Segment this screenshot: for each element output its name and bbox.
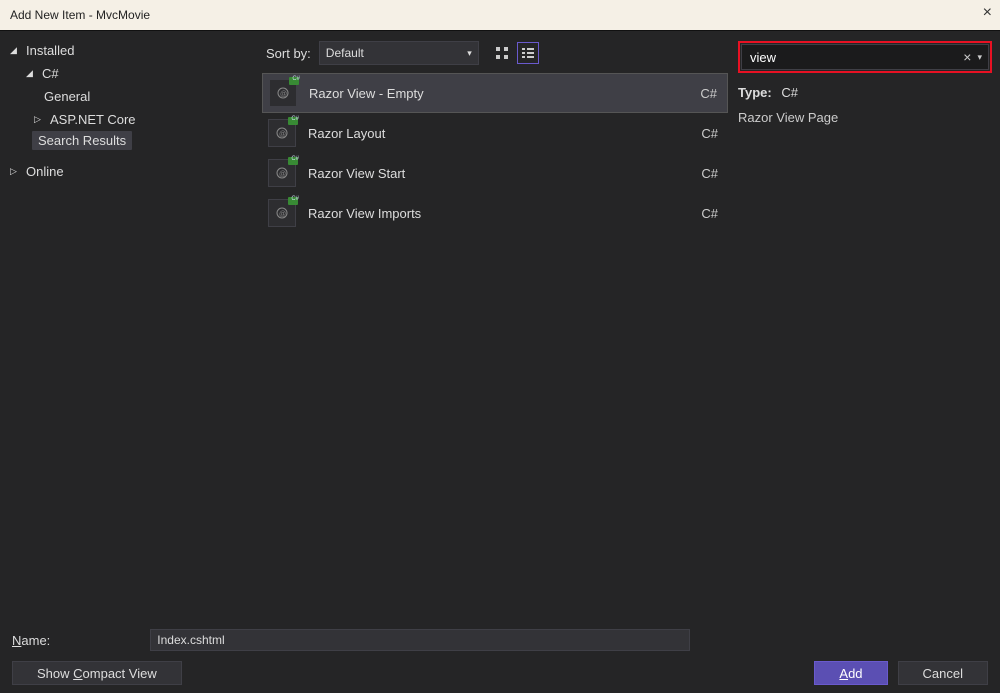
grid-icon [495,46,509,60]
tree-online[interactable]: ▷ Online [4,160,256,183]
sort-dropdown[interactable]: Default ▾ [319,41,479,65]
name-label: Name: [12,633,50,648]
svg-text:@: @ [279,211,286,218]
list-icon [521,46,535,60]
razor-file-icon: @ [268,119,296,147]
view-toggle [491,42,539,64]
chevron-down-icon[interactable]: ▾ [975,52,984,63]
search-input[interactable] [750,50,959,65]
name-input[interactable] [150,629,690,651]
chevron-down-icon: ▾ [467,48,472,59]
center-panel: Sort by: Default ▾ @ Razor View - Empty … [260,31,730,623]
template-name: Razor View Imports [308,206,689,221]
details-panel: × ▾ Type: C# Razor View Page [730,31,1000,623]
grid-view-button[interactable] [491,42,513,64]
template-list: @ Razor View - Empty C# @ Razor Layout C… [260,73,730,623]
template-razor-view-empty[interactable]: @ Razor View - Empty C# [262,73,728,113]
svg-text:@: @ [279,171,286,178]
type-label: Type: [738,85,772,100]
sort-bar: Sort by: Default ▾ [260,31,730,73]
close-icon[interactable]: × [983,4,992,22]
sort-value: Default [326,46,364,60]
chevron-down-icon: ◢ [26,68,36,79]
cancel-button[interactable]: Cancel [898,661,988,685]
svg-text:@: @ [279,131,286,138]
add-button[interactable]: Add [814,661,887,685]
body: ◢ Installed ◢ C# General ▷ ASP.NET Core … [0,30,1000,623]
template-razor-layout[interactable]: @ Razor Layout C# [262,113,728,153]
template-lang: C# [701,126,718,141]
template-description: Razor View Page [738,110,992,125]
sort-label: Sort by: [266,46,311,61]
list-view-button[interactable] [517,42,539,64]
window-title: Add New Item - MvcMovie [10,8,150,22]
type-value: C# [781,85,798,100]
category-tree: ◢ Installed ◢ C# General ▷ ASP.NET Core … [0,31,260,623]
search-highlight: × ▾ [738,41,992,73]
razor-file-icon: @ [269,79,297,107]
template-name: Razor View - Empty [309,86,688,101]
show-compact-view-button[interactable]: Show Compact View [12,661,182,685]
search-box: × ▾ [741,44,989,70]
tree-label: Online [26,164,64,179]
tree-csharp[interactable]: ◢ C# [4,62,256,85]
button-row: Show Compact View Add Cancel [12,661,988,685]
template-lang: C# [701,166,718,181]
tree-label: C# [42,66,59,81]
template-lang: C# [700,86,717,101]
template-lang: C# [701,206,718,221]
razor-file-icon: @ [268,159,296,187]
chevron-down-icon: ◢ [10,45,20,56]
tree-aspnet[interactable]: ▷ ASP.NET Core [4,108,256,131]
titlebar: Add New Item - MvcMovie × [0,0,1000,30]
clear-icon[interactable]: × [959,49,975,65]
tree-label: Installed [26,43,74,58]
chevron-right-icon: ▷ [34,114,44,125]
template-name: Razor View Start [308,166,689,181]
template-razor-view-imports[interactable]: @ Razor View Imports C# [262,193,728,233]
tree-label: ASP.NET Core [50,112,136,127]
chevron-right-icon: ▷ [10,166,20,177]
tree-search-results[interactable]: Search Results [32,131,132,150]
tree-general[interactable]: General [4,85,256,108]
detail-type-row: Type: C# [738,85,992,100]
template-razor-view-start[interactable]: @ Razor View Start C# [262,153,728,193]
tree-installed[interactable]: ◢ Installed [4,39,256,62]
name-row: Name: [12,629,988,651]
tree-label: General [44,89,90,104]
svg-text:@: @ [280,91,287,98]
tree-label: Search Results [38,133,126,148]
razor-file-icon: @ [268,199,296,227]
footer: Name: Show Compact View Add Cancel [0,623,1000,693]
template-name: Razor Layout [308,126,689,141]
